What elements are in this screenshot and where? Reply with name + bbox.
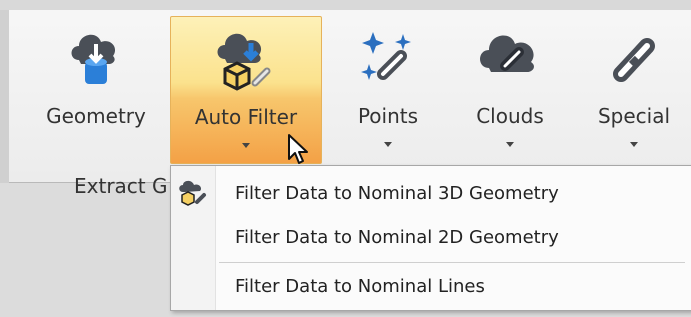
auto-filter-dropdown-menu: Filter Data to Nominal 3D Geometry Filte…	[170, 165, 691, 311]
cloud-link-icon	[480, 35, 534, 72]
link-icon	[613, 38, 655, 82]
cloud-download-cube-link-icon	[217, 33, 271, 91]
auto-filter-label: Auto Filter	[194, 105, 298, 129]
menu-item-label: Filter Data to Nominal 2D Geometry	[235, 227, 559, 248]
cloud-cube-link-icon	[179, 180, 206, 206]
chevron-down-icon	[242, 143, 250, 148]
chevron-down-icon	[630, 142, 638, 147]
points-label: Points	[357, 104, 419, 128]
menu-item-filter-3d-geometry[interactable]: Filter Data to Nominal 3D Geometry	[171, 172, 691, 215]
menu-separator	[219, 262, 685, 263]
menu-item-filter-lines[interactable]: Filter Data to Nominal Lines	[171, 265, 691, 308]
geometry-label: Geometry	[46, 104, 146, 128]
menu-item-label: Filter Data to Nominal Lines	[235, 276, 485, 297]
ribbon-left-edge	[0, 10, 9, 183]
cloud-download-cylinder-icon	[71, 34, 116, 84]
chevron-down-icon	[506, 142, 514, 147]
menu-item-label: Filter Data to Nominal 3D Geometry	[235, 183, 559, 204]
special-label: Special	[597, 104, 671, 128]
clouds-label: Clouds	[476, 104, 544, 128]
chevron-down-icon	[384, 142, 392, 147]
clouds-button[interactable]: Clouds	[452, 16, 568, 164]
menu-item-filter-2d-geometry[interactable]: Filter Data to Nominal 2D Geometry	[171, 216, 691, 259]
sparkle-link-icon	[361, 32, 411, 80]
group-label-extract: Extract G	[74, 174, 168, 198]
mouse-cursor-icon	[288, 134, 308, 164]
points-button[interactable]: Points	[338, 16, 438, 164]
geometry-button[interactable]: Geometry	[30, 16, 162, 164]
ribbon-top-border	[0, 0, 691, 10]
special-button[interactable]: Special	[584, 16, 684, 164]
ribbon-panel: Geometry Auto Filter Points Clouds Speci…	[0, 0, 691, 198]
